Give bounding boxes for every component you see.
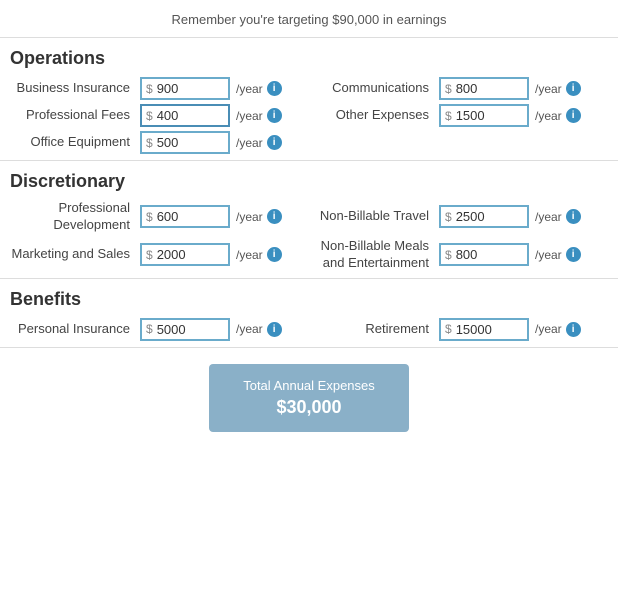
left-col: Office Equipment $ /year i bbox=[10, 131, 309, 154]
expense-row: Office Equipment $ /year i bbox=[10, 131, 608, 154]
expense-input[interactable] bbox=[157, 322, 212, 337]
input-wrapper: $ bbox=[439, 318, 529, 341]
right-col: Non-Billable Meals and Entertainment $ /ye… bbox=[309, 238, 608, 272]
year-label: /year i bbox=[535, 247, 581, 262]
dollar-sign: $ bbox=[146, 210, 153, 224]
expense-input[interactable] bbox=[456, 322, 511, 337]
expense-input[interactable] bbox=[456, 81, 511, 96]
info-icon[interactable]: i bbox=[267, 247, 282, 262]
info-icon[interactable]: i bbox=[566, 247, 581, 262]
year-label: /year i bbox=[535, 322, 581, 337]
dollar-sign: $ bbox=[146, 82, 153, 96]
dollar-sign: $ bbox=[445, 248, 452, 262]
info-icon[interactable]: i bbox=[267, 81, 282, 96]
input-wrapper: $ bbox=[439, 243, 529, 266]
input-wrapper: $ bbox=[140, 131, 230, 154]
benefits-title: Benefits bbox=[10, 289, 608, 310]
expense-input[interactable] bbox=[456, 209, 511, 224]
left-col: Marketing and Sales $ /year i bbox=[10, 243, 309, 266]
section-operations: OperationsBusiness Insurance$/year iComm… bbox=[0, 38, 618, 161]
year-label: /year i bbox=[535, 209, 581, 224]
expense-input[interactable] bbox=[157, 81, 212, 96]
right-col: Non-Billable Travel $ /year i bbox=[309, 205, 608, 228]
info-icon[interactable]: i bbox=[267, 135, 282, 150]
year-label: /year i bbox=[236, 209, 282, 224]
info-icon[interactable]: i bbox=[267, 322, 282, 337]
left-col: Professional Fees $ /year i bbox=[10, 104, 309, 127]
total-value: $30,000 bbox=[219, 397, 399, 418]
left-col: Business Insurance $ /year i bbox=[10, 77, 309, 100]
left-col: Personal Insurance $ /year i bbox=[10, 318, 309, 341]
expense-label: Office Equipment bbox=[10, 134, 140, 151]
info-icon[interactable]: i bbox=[267, 108, 282, 123]
expense-label: Marketing and Sales bbox=[10, 246, 140, 263]
expense-input[interactable] bbox=[456, 108, 511, 123]
left-col: Professional Development $ /year i bbox=[10, 200, 309, 234]
info-icon[interactable]: i bbox=[566, 81, 581, 96]
expense-input[interactable] bbox=[157, 247, 212, 262]
dollar-sign: $ bbox=[146, 109, 153, 123]
dollar-sign: $ bbox=[445, 82, 452, 96]
input-wrapper: $ bbox=[140, 243, 230, 266]
expense-label: Business Insurance bbox=[10, 80, 140, 97]
year-label: /year i bbox=[535, 108, 581, 123]
year-label: /year i bbox=[236, 108, 282, 123]
expense-label: Professional Fees bbox=[10, 107, 140, 124]
info-icon[interactable]: i bbox=[566, 108, 581, 123]
top-banner: Remember you're targeting $90,000 in ear… bbox=[0, 0, 618, 38]
expense-input[interactable] bbox=[456, 247, 511, 262]
expense-row: Professional Fees $ /year i Other Expenses $… bbox=[10, 104, 608, 127]
expense-input[interactable] bbox=[157, 135, 212, 150]
expense-input[interactable] bbox=[157, 108, 212, 123]
expense-label: Other Expenses bbox=[309, 107, 439, 124]
year-label: /year i bbox=[236, 322, 282, 337]
total-label: Total Annual Expenses bbox=[219, 378, 399, 393]
year-label: /year i bbox=[236, 135, 282, 150]
dollar-sign: $ bbox=[146, 136, 153, 150]
expense-label: Communications bbox=[309, 80, 439, 97]
info-icon[interactable]: i bbox=[267, 209, 282, 224]
dollar-sign: $ bbox=[445, 109, 452, 123]
dollar-sign: $ bbox=[445, 210, 452, 224]
expense-label: Retirement bbox=[309, 321, 439, 338]
year-label: /year i bbox=[236, 81, 282, 96]
input-wrapper: $ bbox=[140, 205, 230, 228]
year-label: /year i bbox=[535, 81, 581, 96]
right-col: Retirement $ /year i bbox=[309, 318, 608, 341]
info-icon[interactable]: i bbox=[566, 322, 581, 337]
expense-label: Professional Development bbox=[10, 200, 140, 234]
expense-label: Non-Billable Meals and Entertainment bbox=[309, 238, 439, 272]
expense-row: Marketing and Sales$/year iNon-Billable … bbox=[10, 238, 608, 272]
dollar-sign: $ bbox=[146, 248, 153, 262]
discretionary-title: Discretionary bbox=[10, 171, 608, 192]
input-wrapper: $ bbox=[140, 77, 230, 100]
input-wrapper: $ bbox=[140, 104, 230, 127]
right-col: Other Expenses $ /year i bbox=[309, 104, 608, 127]
right-col: Communications $ /year i bbox=[309, 77, 608, 100]
year-label: /year i bbox=[236, 247, 282, 262]
expense-row: Personal Insurance $ /year i Retirement $ /ye… bbox=[10, 318, 608, 341]
input-wrapper: $ bbox=[140, 318, 230, 341]
section-benefits: BenefitsPersonal Insurance$/year iRetire… bbox=[0, 279, 618, 348]
total-box: Total Annual Expenses $30,000 bbox=[209, 364, 409, 432]
section-discretionary: Discretionary Professional Development $ /y… bbox=[0, 161, 618, 279]
dollar-sign: $ bbox=[445, 322, 452, 336]
info-icon[interactable]: i bbox=[566, 209, 581, 224]
input-wrapper: $ bbox=[439, 77, 529, 100]
input-wrapper: $ bbox=[439, 205, 529, 228]
expense-row: Professional Development$/year iNon-Bill… bbox=[10, 200, 608, 234]
expense-label: Personal Insurance bbox=[10, 321, 140, 338]
expense-row: Business Insurance$/year iCommunications… bbox=[10, 77, 608, 100]
expense-label: Non-Billable Travel bbox=[309, 208, 439, 225]
dollar-sign: $ bbox=[146, 322, 153, 336]
banner-text: Remember you're targeting $90,000 in ear… bbox=[172, 12, 447, 27]
operations-title: Operations bbox=[10, 48, 608, 69]
expense-input[interactable] bbox=[157, 209, 212, 224]
input-wrapper: $ bbox=[439, 104, 529, 127]
